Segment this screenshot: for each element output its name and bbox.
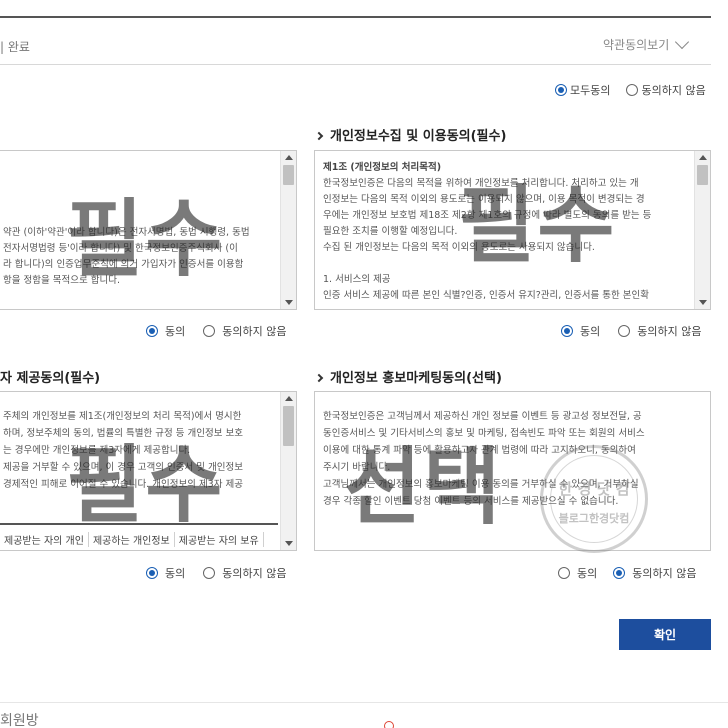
marketing-line: 동인증서비스 및 기타서비스의 홍보 및 마케팅, 접속빈도 파악 또는 회원의… [323,428,645,439]
privacy-collect-heading: 제1조 (개인정보의 처리목적) [323,162,442,173]
top-divider [0,16,711,18]
terms-scrollbar[interactable] [280,151,296,309]
table-header-cell: 제공하는 개인정보 [89,531,175,547]
third-party-line: 하며, 정보주체의 동의, 법률의 특별한 규정 등 개인정보 보호 [3,428,243,439]
third-party-agree-radio[interactable]: 동의 [146,565,185,581]
footer-divider [0,702,728,703]
radio-unchecked-icon [626,84,639,96]
privacy-collect-agree-radio[interactable]: 동의 [561,323,600,339]
third-party-agree-label: 동의 [165,567,186,580]
chevron-down-icon [675,34,690,50]
third-party-radio-group: 동의 동의하지 않음 [146,565,286,581]
disagree-all-label: 동의하지 않음 [641,84,706,97]
table-header-cell: 제공받는 자의 보유 [175,531,264,547]
marketing-line: 고객님께서는 개인정보의 홍보마케팅 이용 동의를 거부하실 수 있으며, 거부… [323,479,639,490]
privacy-collect-text: 제1조 (개인정보의 처리목적) 한국정보인증은 다음의 목적을 위하여 개인정… [323,160,688,304]
disagree-all-radio[interactable]: 동의하지 않음 [626,82,706,98]
third-party-disagree-label: 동의하지 않음 [222,567,287,580]
marketing-text: 한국정보인증은 고객님께서 제공하신 개인 정보를 이벤트 등 광고성 정보전달… [323,408,702,510]
marketing-title-text: 개인정보 홍보마케팅동의(선택) [330,371,502,386]
third-party-text: 주체의 개인정보를 제1조(개인정보의 처리 목적)에서 명시한 하며, 정보주… [3,408,274,493]
terms-line: 항을 정함을 목적으로 합니다. [3,275,120,286]
radio-unchecked-icon [203,325,216,337]
scroll-down-icon[interactable] [699,300,707,305]
third-party-disagree-radio[interactable]: 동의하지 않음 [203,565,286,581]
scroll-down-icon[interactable] [285,541,293,546]
privacy-collect-line: 한국정보인증은 다음의 목적을 위하여 개인정보를 처리합니다. 처리하고 있는… [323,178,639,189]
privacy-collect-disagree-label: 동의하지 않음 [637,325,702,338]
radio-unchecked-icon [203,567,216,579]
agree-all-group: 모두동의 동의하지 않음 [555,82,706,98]
privacy-collect-item: 1. 서비스의 제공 [323,274,391,285]
status-circle-icon [384,721,394,728]
marketing-textbox[interactable]: 한국정보인증은 고객님께서 제공하신 개인 정보를 이벤트 등 광고성 정보전달… [314,391,711,551]
privacy-collect-textbox[interactable]: 제1조 (개인정보의 처리목적) 한국정보인증은 다음의 목적을 위하여 개인정… [314,150,711,310]
scroll-up-icon[interactable] [699,155,707,160]
terms-toggle[interactable]: 약관동의보기 [603,34,690,53]
terms-radio-group: 동의 동의하지 않음 [146,323,286,339]
radio-checked-icon [146,567,158,579]
third-party-line: 경제적인 피해로 이어질 수 있습니다. 개인정보의 제3자 제공 [3,479,243,490]
agree-all-label: 모두동의 [570,84,611,97]
footer-fragment: 회원방 [0,713,39,728]
marketing-line: 경우 각종 할인 이벤트 당첨 이벤트 등의 서비스를 제공받으실 수 없습니다… [323,496,619,507]
privacy-collect-item-detail: 인증 서비스 제공에 따른 본인 식별?인증, 인증서 유지?관리, 인증서를 … [323,290,650,301]
marketing-disagree-label: 동의하지 않음 [632,567,697,580]
scroll-thumb[interactable] [283,165,294,185]
privacy-collect-line: 인정보는 다음의 목적 이외의 용도로는 이용되지 않으며, 이용 목적이 변경… [323,194,645,205]
terms-disagree-radio[interactable]: 동의하지 않음 [203,323,286,339]
privacy-collect-line: 필요한 조치를 이행할 예정입니다. [323,226,458,237]
terms-text: 약관 (이하'약관'이라 합니다)은 전자서명법, 동법 시행령, 동법 전자서… [3,225,274,289]
radio-unchecked-icon [558,567,570,579]
marketing-radio-group: 동의 동의하지 않음 [558,565,696,581]
terms-agree-label: 동의 [165,325,186,338]
privacy-collect-agree-label: 동의 [580,325,601,338]
step-label: | 완료 [0,40,30,54]
terms-disagree-label: 동의하지 않음 [222,325,287,338]
marketing-line: 주시기 바랍니다. [323,462,391,473]
third-party-table-header: 제공받는 자의 개인 제공하는 개인정보 제공받는 자의 보유 [0,523,278,553]
privacy-collect-scrollbar[interactable] [694,151,710,309]
terms-toggle-label: 약관동의보기 [603,38,670,52]
third-party-scrollbar[interactable] [280,392,296,550]
terms-line: 약관 (이하'약관'이라 합니다)은 전자서명법, 동법 시행령, 동법 [3,227,250,238]
third-party-title: 자 제공동의(필수) [0,371,101,386]
marketing-disagree-radio[interactable]: 동의하지 않음 [613,565,696,581]
terms-textbox[interactable]: 약관 (이하'약관'이라 합니다)은 전자서명법, 동법 시행령, 동법 전자서… [0,150,297,310]
privacy-collect-radio-group: 동의 동의하지 않음 [561,323,701,339]
radio-checked-icon [555,84,567,96]
header-divider [0,64,711,65]
terms-line: 라 합니다)의 인증업무준칙에 의거 가입자가 인증서를 이용함 [3,259,244,270]
scroll-down-icon[interactable] [285,300,293,305]
scroll-thumb[interactable] [283,406,294,446]
third-party-line: 제공을 거부할 수 있으며, 이 경우 고객의 인증서 및 개인정보 [3,462,243,473]
privacy-collect-title-text: 개인정보수집 및 이용동의(필수) [330,129,507,144]
marketing-agree-label: 동의 [577,567,598,580]
privacy-collect-title: 개인정보수집 및 이용동의(필수) [314,125,507,144]
radio-checked-icon [146,325,158,337]
scroll-up-icon[interactable] [285,155,293,160]
chevron-right-icon [314,373,324,383]
table-header-cell: 제공받는 자의 개인 [0,531,89,547]
terms-line: 전자서명법령 등'이라 합니다) 및 한국정보인증주식회사 (이 [3,243,238,254]
marketing-title: 개인정보 홍보마케팅동의(선택) [314,367,502,386]
privacy-collect-line: 수집 된 개인정보는 다음의 목적 이외의 용도로는 사용되지 않습니다. [323,242,595,253]
marketing-line: 이용에 대한 통계 파악 등에 활용하고자 관계 법령에 따라 고지하오니, 동… [323,445,636,456]
privacy-collect-line: 우에는 개인정보 보호법 제18조 제2항 제1호의 규정에 따라 별도의 동의… [323,210,652,221]
radio-checked-icon [613,567,626,579]
radio-checked-icon [561,325,573,337]
terms-agree-radio[interactable]: 동의 [146,323,185,339]
privacy-collect-disagree-radio[interactable]: 동의하지 않음 [618,323,701,339]
marketing-agree-radio[interactable]: 동의 [558,565,597,581]
radio-unchecked-icon [618,325,631,337]
marketing-line: 한국정보인증은 고객님께서 제공하신 개인 정보를 이벤트 등 광고성 정보전달… [323,411,642,422]
confirm-button[interactable]: 확인 [619,619,711,650]
third-party-line: 주체의 개인정보를 제1조(개인정보의 처리 목적)에서 명시한 [3,411,242,422]
third-party-line: 는 경우에만 개인정보를 제3자에게 제공합니다. [3,445,191,456]
chevron-right-icon [314,131,324,141]
agree-all-radio[interactable]: 모두동의 [555,82,610,98]
scroll-up-icon[interactable] [285,396,293,401]
scroll-thumb[interactable] [697,165,708,185]
